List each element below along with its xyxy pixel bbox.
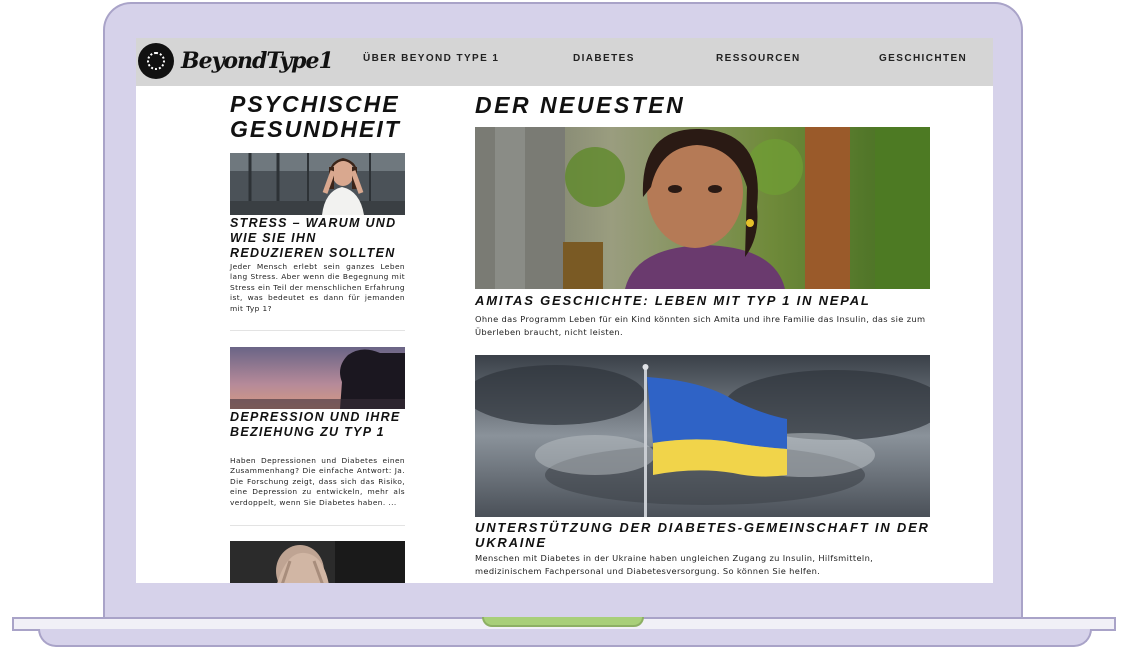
main-heading: DER NEUESTEN bbox=[475, 92, 686, 118]
amita-article-image[interactable] bbox=[475, 127, 930, 289]
amita-article-title[interactable]: AMITAS GESCHICHTE: LEBEN MIT TYP 1 IN NE… bbox=[475, 293, 930, 308]
depression-article-title[interactable]: DEPRESSION UND IHRE BEZIEHUNG ZU TYP 1 bbox=[230, 410, 408, 440]
depression-article-excerpt: Haben Depressionen und Diabetes einen Zu… bbox=[230, 456, 405, 507]
website-screen: BeyondType1 ÜBER BEYOND TYPE 1 DIABETES … bbox=[136, 38, 993, 583]
ukraine-article-image[interactable] bbox=[475, 355, 930, 517]
sidebar-heading-line1: PSYCHISCHE bbox=[230, 91, 400, 117]
hands-face-photo bbox=[230, 541, 405, 583]
logo-wordmark[interactable]: BeyondType1 bbox=[181, 48, 334, 74]
stress-photo bbox=[230, 153, 405, 215]
ukraine-flag-photo bbox=[475, 355, 930, 517]
laptop-base-bottom bbox=[38, 629, 1092, 647]
ukraine-article-excerpt: Menschen mit Diabetes in der Ukraine hab… bbox=[475, 553, 874, 576]
ukraine-article-title[interactable]: UNTERSTÜTZUNG DER DIABETES-GEMEINSCHAFT … bbox=[475, 520, 930, 550]
amita-photo bbox=[475, 127, 930, 289]
stress-article-excerpt: Jeder Mensch erlebt sein ganzes Leben la… bbox=[230, 262, 405, 313]
sidebar-divider bbox=[230, 525, 405, 526]
sidebar-divider bbox=[230, 330, 405, 331]
nav-item-stories[interactable]: GESCHICHTEN bbox=[879, 53, 967, 64]
laptop-notch bbox=[482, 617, 644, 627]
nav-item-diabetes[interactable]: DIABETES bbox=[573, 53, 635, 64]
third-article-image[interactable] bbox=[230, 541, 405, 583]
nav-item-resources[interactable]: RESSOURCEN bbox=[716, 53, 801, 64]
stress-article-title[interactable]: STRESS – WARUM UND WIE SIE IHN REDUZIERE… bbox=[230, 216, 408, 261]
logo-icon[interactable] bbox=[138, 43, 174, 79]
depression-photo bbox=[230, 347, 405, 409]
nav-item-about[interactable]: ÜBER BEYOND TYPE 1 bbox=[363, 53, 499, 64]
amita-article-excerpt: Ohne das Programm Leben für ein Kind kön… bbox=[475, 314, 926, 337]
depression-article-image[interactable] bbox=[230, 347, 405, 409]
logo-drop-ring bbox=[147, 52, 165, 70]
sidebar-heading-line2: GESUNDHEIT bbox=[230, 116, 401, 142]
sidebar-heading: PSYCHISCHE GESUNDHEIT bbox=[230, 92, 410, 142]
stress-article-image[interactable] bbox=[230, 153, 405, 215]
top-navigation: BeyondType1 ÜBER BEYOND TYPE 1 DIABETES … bbox=[136, 38, 993, 86]
